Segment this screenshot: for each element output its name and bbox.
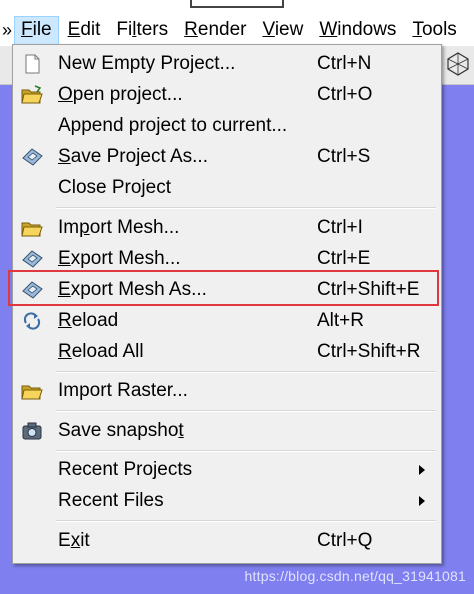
menu-file[interactable]: File bbox=[14, 15, 59, 45]
menu-item-new-empty-project[interactable]: New Empty Project... Ctrl+N bbox=[13, 49, 441, 79]
save-disk-icon bbox=[22, 281, 43, 299]
blank-page-icon bbox=[25, 54, 40, 74]
menu-tools[interactable]: Tools bbox=[405, 16, 463, 45]
menu-separator bbox=[56, 371, 436, 373]
file-menu-dropdown: New Empty Project... Ctrl+N Open project… bbox=[12, 44, 442, 564]
open-folder-icon bbox=[21, 222, 43, 237]
menu-filters[interactable]: Filters bbox=[109, 16, 175, 45]
menu-separator bbox=[56, 520, 436, 522]
open-folder-icon bbox=[21, 85, 43, 104]
menu-separator bbox=[56, 410, 436, 412]
mesh-tool-icon[interactable] bbox=[446, 52, 470, 76]
menu-render[interactable]: Render bbox=[177, 16, 253, 45]
menu-item-export-mesh[interactable]: Export Mesh... Ctrl+E bbox=[13, 244, 441, 274]
menubar-overflow-glyph: » bbox=[2, 19, 13, 40]
save-disk-icon bbox=[22, 148, 43, 166]
menu-item-save-project-as[interactable]: Save Project As... Ctrl+S bbox=[13, 142, 441, 172]
menu-windows[interactable]: Windows bbox=[312, 16, 403, 45]
menu-separator bbox=[56, 450, 436, 452]
menu-edit[interactable]: Edit bbox=[61, 16, 108, 45]
watermark-text: https://blog.csdn.net/qq_31941081 bbox=[244, 568, 466, 584]
camera-icon bbox=[22, 422, 42, 440]
open-folder-icon bbox=[21, 385, 43, 400]
menu-bar: » File Edit Filters Render View Windows … bbox=[0, 14, 474, 46]
menu-item-save-snapshot[interactable]: Save snapshot bbox=[13, 416, 441, 446]
save-disk-icon bbox=[22, 250, 43, 268]
menu-item-append-project[interactable]: Append project to current... bbox=[13, 111, 441, 141]
menu-item-recent-projects[interactable]: Recent Projects bbox=[13, 455, 441, 485]
menu-item-reload-all[interactable]: Reload All Ctrl+Shift+R bbox=[13, 337, 441, 367]
menu-item-close-project[interactable]: Close Project bbox=[13, 173, 441, 203]
menu-view[interactable]: View bbox=[255, 16, 310, 45]
menu-item-export-mesh-as[interactable]: Export Mesh As... Ctrl+Shift+E bbox=[13, 275, 441, 305]
menu-item-import-mesh[interactable]: Import Mesh... Ctrl+I bbox=[13, 213, 441, 243]
menu-item-open-project[interactable]: Open project... Ctrl+O bbox=[13, 80, 441, 110]
menu-separator bbox=[56, 207, 436, 209]
menu-item-exit[interactable]: Exit Ctrl+Q bbox=[13, 526, 441, 556]
menu-item-reload[interactable]: Reload Alt+R bbox=[13, 306, 441, 336]
submenu-arrow-icon bbox=[419, 496, 425, 506]
window-top-edge bbox=[190, 0, 284, 8]
menu-item-recent-files[interactable]: Recent Files bbox=[13, 486, 441, 516]
menu-item-import-raster[interactable]: Import Raster... bbox=[13, 376, 441, 406]
submenu-arrow-icon bbox=[419, 465, 425, 475]
reload-icon bbox=[23, 312, 41, 330]
